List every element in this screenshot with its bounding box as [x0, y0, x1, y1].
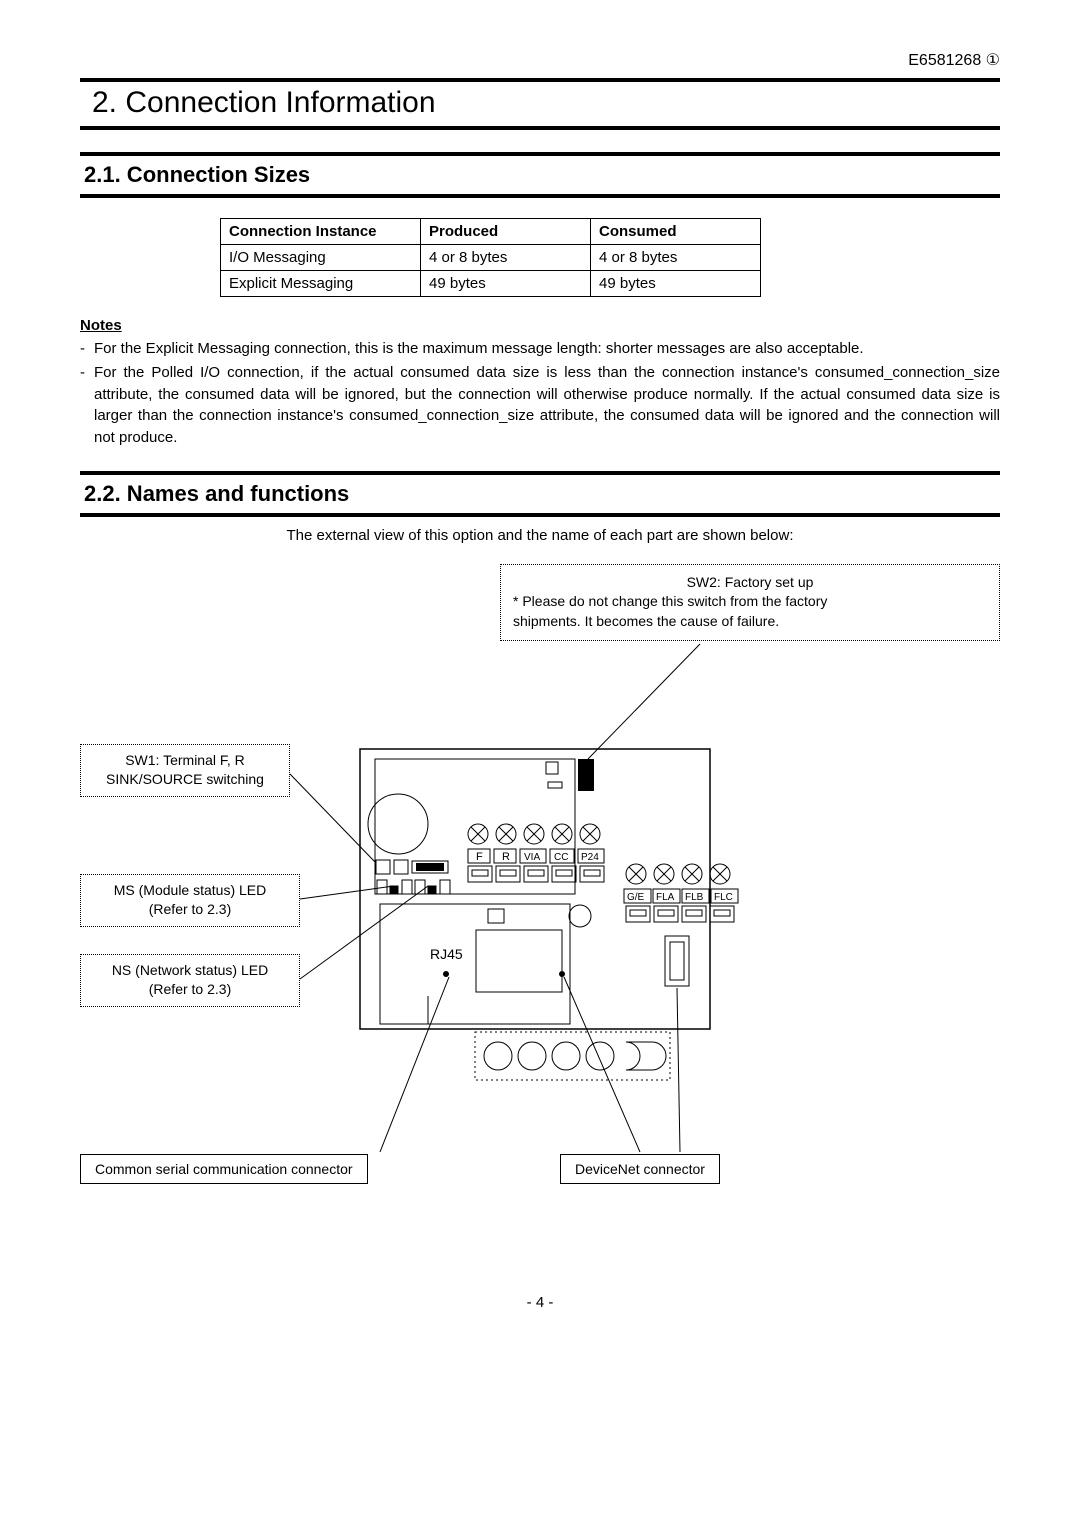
connection-sizes-table: Connection Instance Produced Consumed I/… — [220, 218, 761, 297]
rule — [80, 471, 1000, 475]
svg-text:FLC: FLC — [714, 892, 733, 903]
sw2-line2: * Please do not change this switch from … — [513, 592, 987, 612]
ns-line2: (Refer to 2.3) — [91, 980, 289, 1000]
svg-text:F: F — [476, 851, 483, 863]
td: I/O Messaging — [221, 245, 421, 271]
svg-text:G/E: G/E — [627, 892, 645, 903]
svg-text:FLB: FLB — [685, 892, 704, 903]
th-consumed: Consumed — [591, 219, 761, 245]
ms-line2: (Refer to 2.3) — [91, 900, 289, 920]
callout-ms-led: MS (Module status) LED (Refer to 2.3) — [80, 874, 300, 927]
sw2-line3: shipments. It becomes the cause of failu… — [513, 612, 987, 632]
rule — [80, 194, 1000, 198]
rule — [80, 152, 1000, 156]
svg-text:RJ45: RJ45 — [430, 946, 463, 962]
section-title-2: 2.2. Names and functions — [80, 481, 1000, 507]
ns-line1: NS (Network status) LED — [91, 961, 289, 981]
rule — [80, 78, 1000, 82]
td: 4 or 8 bytes — [591, 245, 761, 271]
svg-text:FLA: FLA — [656, 892, 675, 903]
diagram-area: SW2: Factory set up * Please do not chan… — [80, 564, 1000, 1254]
callout-sw2: SW2: Factory set up * Please do not chan… — [500, 564, 1000, 641]
section-title-1: 2.1. Connection Sizes — [80, 162, 1000, 188]
svg-text:VIA: VIA — [524, 852, 540, 863]
th-instance: Connection Instance — [221, 219, 421, 245]
note-2: For the Polled I/O connection, if the ac… — [94, 362, 1000, 449]
svg-text:R: R — [502, 851, 510, 863]
notes-list: -For the Explicit Messaging connection, … — [80, 338, 1000, 449]
svg-text:P24: P24 — [581, 852, 599, 863]
callout-ns-led: NS (Network status) LED (Refer to 2.3) — [80, 954, 300, 1007]
td: 4 or 8 bytes — [421, 245, 591, 271]
sw2-line1: SW2: Factory set up — [513, 573, 987, 593]
th-produced: Produced — [421, 219, 591, 245]
callout-common-conn: Common serial communication connector — [80, 1154, 368, 1184]
callout-sw1: SW1: Terminal F, R SINK/SOURCE switching — [80, 744, 290, 797]
rule — [80, 513, 1000, 517]
notes-heading: Notes — [80, 317, 1000, 334]
section-2-intro: The external view of this option and the… — [80, 527, 1000, 544]
note-1: For the Explicit Messaging connection, t… — [94, 338, 864, 360]
page-number: - 4 - — [80, 1294, 1000, 1311]
chapter-title: 2. Connection Information — [80, 86, 1000, 120]
ms-line1: MS (Module status) LED — [91, 881, 289, 901]
svg-text:CC: CC — [554, 852, 568, 863]
doc-number: E6581268 ① — [80, 50, 1000, 70]
callout-devicenet-conn: DeviceNet connector — [560, 1154, 720, 1184]
td: 49 bytes — [421, 271, 591, 297]
td: 49 bytes — [591, 271, 761, 297]
td: Explicit Messaging — [221, 271, 421, 297]
sw1-line2: SINK/SOURCE switching — [91, 770, 279, 790]
sw1-line1: SW1: Terminal F, R — [91, 751, 279, 771]
